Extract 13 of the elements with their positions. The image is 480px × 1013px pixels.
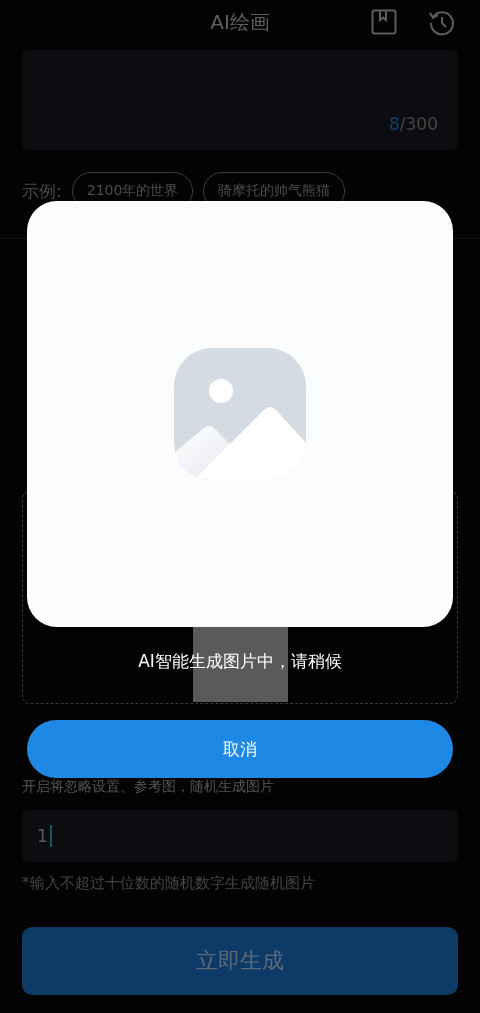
generate-button[interactable]: 立即生成 bbox=[22, 927, 458, 995]
cancel-button[interactable]: 取消 bbox=[27, 720, 453, 778]
character-counter: 8/300 bbox=[389, 114, 438, 134]
examples-label: 示例: bbox=[22, 179, 62, 203]
image-placeholder-icon bbox=[174, 348, 306, 480]
loading-message: AI智能生成图片中，请稍候 bbox=[137, 650, 343, 673]
prompt-field[interactable]: 8/300 bbox=[22, 50, 458, 150]
seed-note: *输入不超过十位数的随机数字生成随机图片 bbox=[21, 873, 316, 893]
bookmark-icon[interactable] bbox=[371, 9, 397, 35]
seed-input-field[interactable]: 1 bbox=[22, 810, 458, 862]
page-title: AI绘画 bbox=[210, 9, 270, 36]
history-icon[interactable] bbox=[428, 9, 456, 37]
random-mode-hint: 开启将忽略设置、参考图，随机生成图片 bbox=[22, 778, 274, 794]
